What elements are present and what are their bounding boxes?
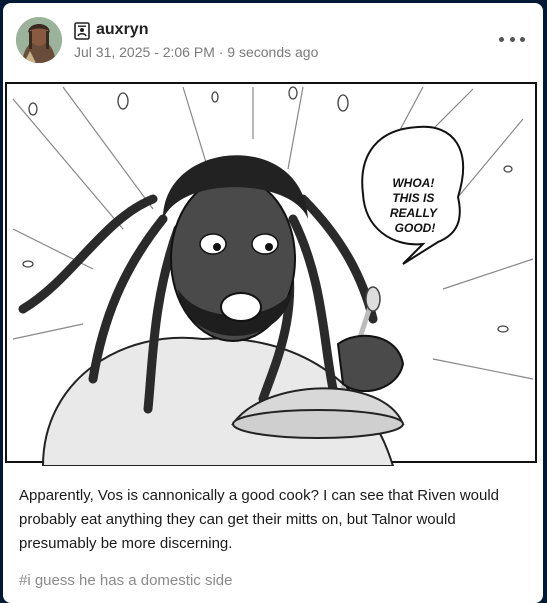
- avatar[interactable]: [16, 17, 62, 63]
- speech-line-3: REALLY: [390, 206, 438, 220]
- speech-line-2: THIS IS: [392, 191, 434, 205]
- svg-text:WHOA! THIS IS: WHOA! THIS IS REALLY GOOD!: [390, 176, 440, 235]
- more-options-icon[interactable]: [499, 29, 525, 49]
- speech-line-4: GOOD!: [395, 221, 436, 235]
- post-body-text: Apparently, Vos is cannonically a good c…: [19, 487, 500, 552]
- post-card: auxryn Jul 31, 2025 - 2:06 PM · 9 second…: [3, 3, 543, 603]
- post-header: auxryn Jul 31, 2025 - 2:06 PM · 9 second…: [3, 3, 543, 79]
- blog-icon: [74, 22, 90, 40]
- speech-line-1: WHOA!: [392, 176, 434, 190]
- blog-name[interactable]: auxryn: [96, 20, 148, 40]
- post-timestamp[interactable]: Jul 31, 2025 - 2:06 PM · 9 seconds ago: [74, 43, 318, 61]
- post-tag[interactable]: #i guess he has a domestic side: [19, 571, 232, 591]
- comic-image[interactable]: WHOA! THIS IS REALLY GOOD!: [3, 79, 543, 466]
